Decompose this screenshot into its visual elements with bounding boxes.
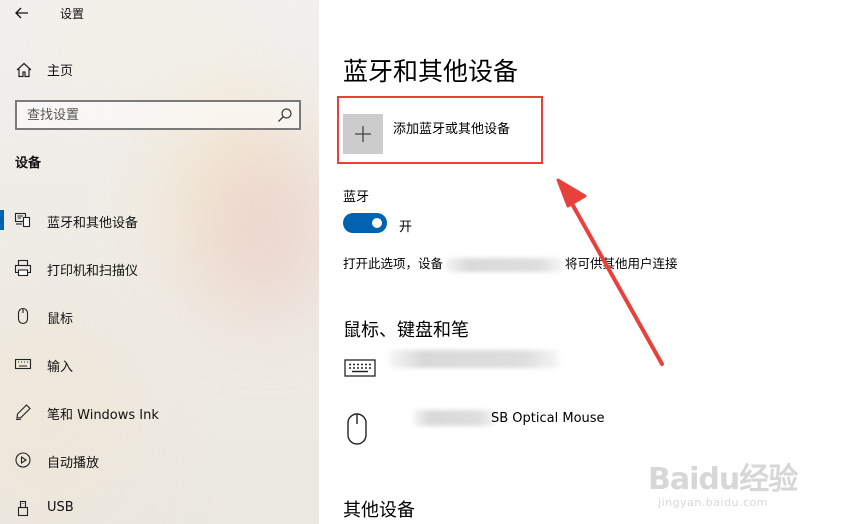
main-content: 蓝牙和其他设备 添加蓝牙或其他设备 蓝牙 开 打开此选项，设备 将可供其他用户连接… xyxy=(319,0,852,524)
bluetooth-state-label: 开 xyxy=(399,220,413,235)
sidebar-item-pen[interactable]: 笔和 Windows Ink xyxy=(0,392,319,432)
discoverable-text-prefix: 打开此选项，设备 xyxy=(343,256,444,271)
add-tile xyxy=(343,114,383,154)
mouse-icon xyxy=(17,307,29,325)
plus-icon xyxy=(355,126,371,142)
sidebar-item-printers[interactable]: 打印机和扫描仪 xyxy=(0,248,319,288)
sidebar-item-label: 鼠标 xyxy=(47,312,74,327)
device-keyboard[interactable] xyxy=(343,348,643,392)
bluetooth-toggle[interactable] xyxy=(343,213,387,233)
sidebar-item-label: 蓝牙和其他设备 xyxy=(47,216,139,231)
sidebar-item-home[interactable]: 主页 xyxy=(0,54,319,84)
keyboard-input-icon xyxy=(14,358,32,370)
back-button[interactable] xyxy=(10,2,34,24)
printer-icon xyxy=(14,259,32,277)
other-devices-header: 其他设备 xyxy=(343,500,415,521)
sidebar-item-mouse[interactable]: 鼠标 xyxy=(0,296,319,336)
home-icon xyxy=(16,62,32,78)
sidebar-item-label: 打印机和扫描仪 xyxy=(47,264,139,279)
watermark-url: jingyan.baidu.com xyxy=(658,496,769,509)
title-bar: 设置 xyxy=(0,0,319,26)
sidebar-item-home-label: 主页 xyxy=(47,64,74,79)
sidebar-item-label: 自动播放 xyxy=(47,456,100,471)
add-device-button[interactable]: 添加蓝牙或其他设备 xyxy=(341,110,551,158)
redacted-keyboard-name xyxy=(389,350,559,368)
mouse-keyboard-pen-header: 鼠标、键盘和笔 xyxy=(343,320,469,341)
pen-icon xyxy=(15,404,31,420)
watermark: Baidu经验 jingyan.baidu.com xyxy=(628,454,838,514)
window-title: 设置 xyxy=(60,7,85,21)
search-icon[interactable] xyxy=(277,107,293,123)
sidebar-section-title: 设备 xyxy=(15,156,42,171)
sidebar: 设置 主页 设备 蓝牙和其他设备 xyxy=(0,0,319,524)
redacted-mouse-name-prefix xyxy=(413,410,495,426)
mouse-device-icon xyxy=(347,413,367,445)
discoverable-text: 打开此选项，设备 将可供其他用户连接 xyxy=(343,253,678,272)
autoplay-icon xyxy=(15,452,31,468)
selection-indicator xyxy=(0,210,4,230)
bluetooth-devices-icon xyxy=(14,212,31,228)
sidebar-item-bluetooth[interactable]: 蓝牙和其他设备 xyxy=(0,200,319,240)
mouse-device-name: SB Optical Mouse xyxy=(491,411,605,426)
sidebar-item-label: 笔和 Windows Ink xyxy=(47,408,159,423)
back-arrow-icon xyxy=(15,7,28,19)
toggle-knob xyxy=(372,218,382,228)
discoverable-text-suffix: 将可供其他用户连接 xyxy=(565,256,678,271)
search-box xyxy=(15,100,301,130)
bluetooth-label: 蓝牙 xyxy=(343,190,370,205)
device-mouse[interactable]: SB Optical Mouse xyxy=(343,402,643,446)
page-title: 蓝牙和其他设备 xyxy=(343,57,519,86)
sidebar-item-label: 输入 xyxy=(47,360,74,375)
sidebar-item-label: USB xyxy=(47,500,74,515)
settings-window: 设置 主页 设备 蓝牙和其他设备 xyxy=(0,0,852,524)
add-device-label: 添加蓝牙或其他设备 xyxy=(393,122,511,137)
search-input[interactable] xyxy=(17,102,277,128)
sidebar-item-usb[interactable]: USB xyxy=(0,488,319,524)
redacted-device-name xyxy=(445,257,564,272)
keyboard-icon xyxy=(344,359,376,377)
sidebar-item-autoplay[interactable]: 自动播放 xyxy=(0,440,319,480)
sidebar-item-input[interactable]: 输入 xyxy=(0,344,319,384)
usb-icon xyxy=(17,500,29,517)
watermark-logo: Baidu经验 xyxy=(648,462,798,497)
